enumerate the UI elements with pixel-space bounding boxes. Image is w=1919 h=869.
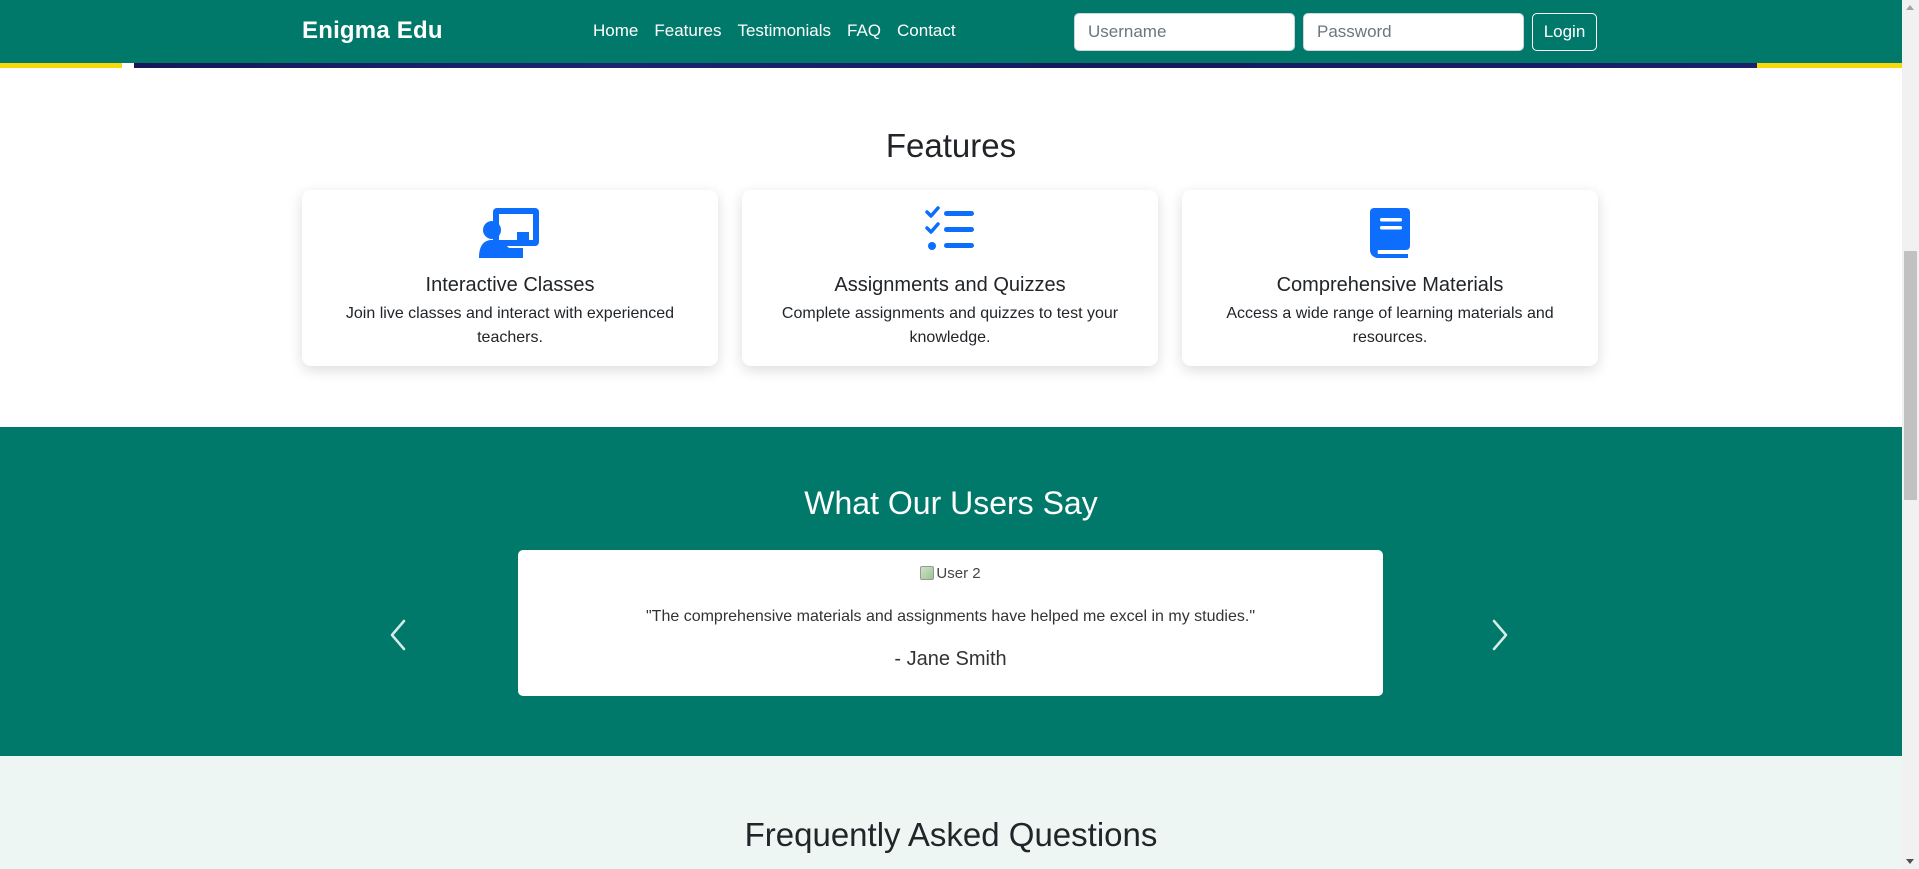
- carousel-prev-button[interactable]: [386, 615, 410, 655]
- chevron-right-icon: [1492, 619, 1508, 651]
- user-avatar: User 2: [518, 565, 1383, 582]
- feature-title: Comprehensive Materials: [1276, 274, 1504, 296]
- nav-link-contact[interactable]: Contact: [897, 21, 956, 41]
- page: Enigma Edu Home Features Testimonials FA…: [0, 0, 1902, 869]
- feature-card-assignments: Assignments and Quizzes Complete assignm…: [742, 190, 1158, 366]
- feature-card-materials: Comprehensive Materials Access a wide ra…: [1182, 190, 1598, 366]
- nav-link-testimonials[interactable]: Testimonials: [737, 21, 831, 41]
- scroll-thumb[interactable]: [1904, 251, 1917, 500]
- feature-title: Interactive Classes: [425, 274, 595, 296]
- scroll-up-arrow[interactable]: [1906, 5, 1914, 10]
- feature-description: Complete assignments and quizzes to test…: [781, 305, 1119, 346]
- scrollbar[interactable]: [1902, 0, 1919, 869]
- testimonial-author: - Jane Smith: [894, 648, 1007, 670]
- chalkboard-teacher-icon: [302, 206, 718, 258]
- testimonials-section: What Our Users Say User 2 "The comprehen…: [0, 427, 1902, 756]
- testimonials-title: What Our Users Say: [804, 485, 1098, 521]
- book-icon: [1182, 206, 1598, 258]
- nav-links: Home Features Testimonials FAQ Contact: [593, 21, 972, 41]
- brand-logo[interactable]: Enigma Edu: [302, 17, 443, 45]
- feature-title: Assignments and Quizzes: [834, 274, 1066, 296]
- nav-link-features[interactable]: Features: [654, 21, 721, 41]
- testimonial-card: User 2 "The comprehensive materials and …: [518, 550, 1383, 696]
- password-input[interactable]: [1303, 13, 1524, 51]
- scroll-down-arrow[interactable]: [1906, 859, 1914, 864]
- feature-description: Join live classes and interact with expe…: [345, 305, 675, 346]
- nav-link-home[interactable]: Home: [593, 21, 638, 41]
- features-title: Features: [885, 127, 1017, 164]
- feature-card-interactive-classes: Interactive Classes Join live classes an…: [302, 190, 718, 366]
- faq-title: Frequently Asked Questions: [744, 816, 1158, 853]
- username-input[interactable]: [1074, 13, 1295, 51]
- login-button[interactable]: Login: [1532, 13, 1597, 51]
- chevron-left-icon: [390, 619, 406, 651]
- testimonial-quote: "The comprehensive materials and assignm…: [646, 608, 1255, 625]
- carousel-next-button[interactable]: [1488, 615, 1512, 655]
- faq-section: Frequently Asked Questions: [0, 756, 1902, 869]
- user-avatar-alt: User 2: [936, 565, 981, 582]
- login-form: Login: [1074, 13, 1597, 51]
- feature-description: Access a wide range of learning material…: [1226, 305, 1554, 346]
- navbar: Enigma Edu Home Features Testimonials FA…: [0, 0, 1902, 63]
- nav-link-faq[interactable]: FAQ: [847, 21, 881, 41]
- broken-image-icon: [920, 566, 935, 580]
- tasks-list-icon: [742, 206, 1158, 258]
